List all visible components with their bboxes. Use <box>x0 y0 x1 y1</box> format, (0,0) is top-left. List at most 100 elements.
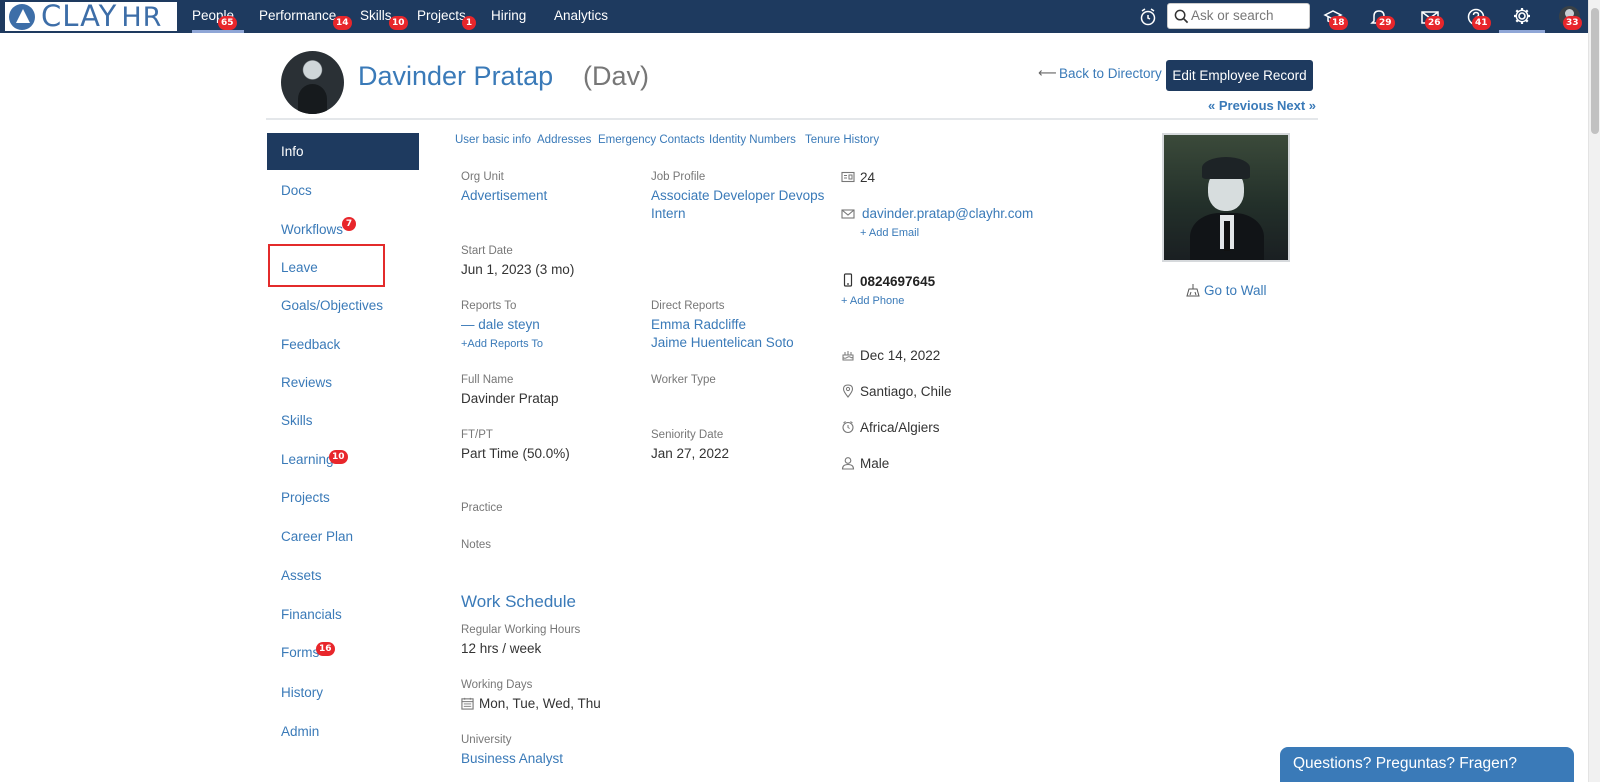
reports-to-link[interactable]: — dale steyn <box>461 317 540 332</box>
logo-suffix: HR <box>121 1 163 33</box>
employee-avatar <box>281 51 344 114</box>
employee-name: Davinder Pratap <box>358 61 554 91</box>
learning-menu-badge: 10 <box>329 450 348 464</box>
job-profile-intern-link[interactable]: Intern <box>651 206 686 221</box>
email-link[interactable]: davinder.pratap@clayhr.com <box>862 206 1033 221</box>
edit-employee-record-button[interactable]: Edit Employee Record <box>1166 60 1313 91</box>
tab-addresses[interactable]: Addresses <box>537 134 591 146</box>
menu-feedback[interactable]: Feedback <box>281 337 340 352</box>
phone-icon <box>843 273 853 287</box>
search-box[interactable] <box>1167 3 1310 29</box>
add-email-link[interactable]: + Add Email <box>860 227 919 239</box>
notes-label: Notes <box>461 539 492 551</box>
job-profile-label: Job Profile <box>651 171 706 183</box>
gender-value: Male <box>860 456 890 471</box>
job-profile-link[interactable]: Associate Developer Devops <box>651 188 824 203</box>
menu-admin[interactable]: Admin <box>281 724 319 739</box>
menu-workflows[interactable]: Workflows <box>281 222 343 237</box>
menu-skills[interactable]: Skills <box>281 413 313 428</box>
forms-badge: 16 <box>316 642 335 656</box>
worker-type-label: Worker Type <box>651 374 716 386</box>
leave-highlight-box <box>268 244 385 287</box>
menu-history[interactable]: History <box>281 685 323 700</box>
page-scrollbar[interactable] <box>1588 0 1600 782</box>
go-to-wall-link[interactable]: Go to Wall <box>1204 283 1267 298</box>
menu-financials[interactable]: Financials <box>281 607 342 622</box>
tab-user-basic-info[interactable]: User basic info <box>455 134 531 146</box>
menu-info[interactable]: Info <box>267 133 419 170</box>
gear-icon <box>1514 8 1530 24</box>
tab-emergency-contacts[interactable]: Emergency Contacts <box>598 134 705 146</box>
university-label: University <box>461 734 512 746</box>
calendar-icon <box>461 697 474 710</box>
employee-id-value: 24 <box>860 170 876 185</box>
employee-photo <box>1162 133 1290 262</box>
previous-link[interactable]: « Previous <box>1208 98 1274 113</box>
menu-reviews[interactable]: Reviews <box>281 375 332 390</box>
university-link[interactable]: Business Analyst <box>461 751 563 766</box>
back-arrow-icon: ⟵ <box>1038 65 1057 80</box>
direct-report-link[interactable]: Emma Radcliffe <box>651 317 746 332</box>
learning-badge: 18 <box>1329 16 1348 30</box>
clock-icon <box>842 421 854 434</box>
nav-performance[interactable]: Performance <box>259 0 336 33</box>
timeclock-icon[interactable] <box>1138 7 1158 27</box>
add-phone-link[interactable]: + Add Phone <box>841 295 904 307</box>
messages-badge: 26 <box>1425 16 1444 30</box>
seniority-date-label: Seniority Date <box>651 429 724 441</box>
birthday-cake-icon <box>842 351 854 361</box>
location-value: Santiago, Chile <box>860 384 952 399</box>
menu-docs[interactable]: Docs <box>281 183 312 198</box>
nav-performance-badge: 14 <box>333 16 352 30</box>
top-navbar: CLAY HR People 65 Performance 14 Skills 1… <box>0 0 1588 33</box>
nav-skills[interactable]: Skills <box>360 0 392 33</box>
org-unit-link[interactable]: Advertisement <box>461 188 547 203</box>
menu-goals-objectives[interactable]: Goals/Objectives <box>281 298 383 313</box>
full-name-value: Davinder Pratap <box>461 391 559 406</box>
wall-icon <box>1186 284 1200 297</box>
working-days-value: Mon, Tue, Wed, Thu <box>479 696 601 711</box>
user-icon <box>841 457 855 470</box>
clayhr-logo[interactable]: CLAY HR <box>5 0 177 33</box>
id-card-icon <box>841 171 855 183</box>
menu-career-plan[interactable]: Career Plan <box>281 529 353 544</box>
seniority-date-value: Jan 27, 2022 <box>651 446 730 461</box>
working-hours-label: Regular Working Hours <box>461 624 581 636</box>
practice-label: Practice <box>461 502 503 514</box>
back-to-directory-link[interactable]: Back to Directory <box>1059 66 1162 81</box>
tab-identity-numbers[interactable]: Identity Numbers <box>709 134 796 146</box>
add-reports-to-link[interactable]: +Add Reports To <box>461 338 543 350</box>
org-unit-label: Org Unit <box>461 171 504 183</box>
search-icon <box>1174 9 1189 24</box>
notifications-badge: 29 <box>1376 16 1395 30</box>
direct-reports-label: Direct Reports <box>651 300 725 312</box>
settings-tab[interactable] <box>1499 0 1545 33</box>
direct-report-link[interactable]: Jaime Huentelican Soto <box>651 335 794 350</box>
tab-tenure-history[interactable]: Tenure History <box>805 134 879 146</box>
ftpt-value: Part Time (50.0%) <box>461 446 570 461</box>
menu-projects[interactable]: Projects <box>281 490 330 505</box>
help-badge: 41 <box>1472 16 1491 30</box>
reports-to-label: Reports To <box>461 300 517 312</box>
nav-projects-badge: 1 <box>462 16 476 30</box>
timezone-value: Africa/Algiers <box>860 420 940 435</box>
phone-value: 0824697645 <box>860 274 936 289</box>
next-link[interactable]: Next » <box>1277 98 1316 113</box>
nav-people[interactable]: People <box>192 0 244 33</box>
employee-nickname: (Dav) <box>583 61 649 91</box>
menu-forms[interactable]: Forms <box>281 645 319 660</box>
start-date-value: Jun 1, 2023 (3 mo) <box>461 262 575 277</box>
nav-people-badge: 65 <box>218 16 237 30</box>
logo-name: CLAY <box>41 0 118 33</box>
working-hours-value: 12 hrs / week <box>461 641 542 656</box>
search-input[interactable] <box>1191 8 1306 23</box>
nav-hiring[interactable]: Hiring <box>491 0 526 33</box>
questions-chat-widget[interactable]: Questions? Preguntas? Fragen? <box>1280 747 1574 782</box>
profile-badge: 33 <box>1563 16 1582 30</box>
nav-projects[interactable]: Projects <box>417 0 466 33</box>
nav-analytics[interactable]: Analytics <box>554 0 608 33</box>
start-date-label: Start Date <box>461 245 513 257</box>
menu-assets[interactable]: Assets <box>281 568 322 583</box>
menu-learning[interactable]: Learning <box>281 452 334 467</box>
scrollbar-thumb[interactable] <box>1591 8 1599 134</box>
